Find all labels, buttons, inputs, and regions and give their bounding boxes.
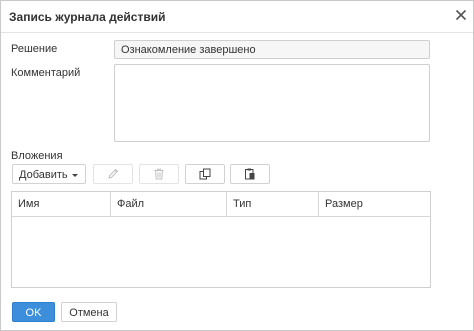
add-button[interactable]: Добавить [12,164,86,184]
action-log-dialog: Запись журнала действий Решение Коммента… [0,0,474,331]
ok-button-label: OK [25,307,42,319]
paste-icon [245,168,255,180]
trash-icon [154,168,164,180]
pencil-icon [108,168,119,179]
copy-button[interactable] [185,164,225,184]
edit-button[interactable] [93,164,133,184]
decision-label: Решение [11,43,58,55]
close-icon[interactable] [453,7,469,23]
comment-label: Комментарий [11,67,81,79]
paste-button[interactable] [230,164,270,184]
attachments-label: Вложения [11,150,63,162]
cancel-button-label: Отмена [69,307,109,319]
delete-button[interactable] [139,164,179,184]
comment-textarea[interactable] [114,64,430,142]
column-header-file[interactable]: Файл [111,192,227,216]
dialog-title: Запись журнала действий [9,10,166,24]
cancel-button[interactable]: Отмена [61,302,117,322]
attachments-table: Имя Файл Тип Размер [11,191,431,288]
column-header-name[interactable]: Имя [12,192,111,216]
ok-button[interactable]: OK [12,302,55,322]
table-header: Имя Файл Тип Размер [12,192,430,217]
column-header-size[interactable]: Размер [319,192,430,216]
dialog-titlebar: Запись журнала действий [1,1,473,33]
table-body [12,217,430,287]
chevron-down-icon [72,174,78,177]
add-button-label: Добавить [19,169,68,181]
decision-field[interactable] [114,40,430,59]
column-header-type[interactable]: Тип [227,192,319,216]
copy-icon [199,168,211,180]
